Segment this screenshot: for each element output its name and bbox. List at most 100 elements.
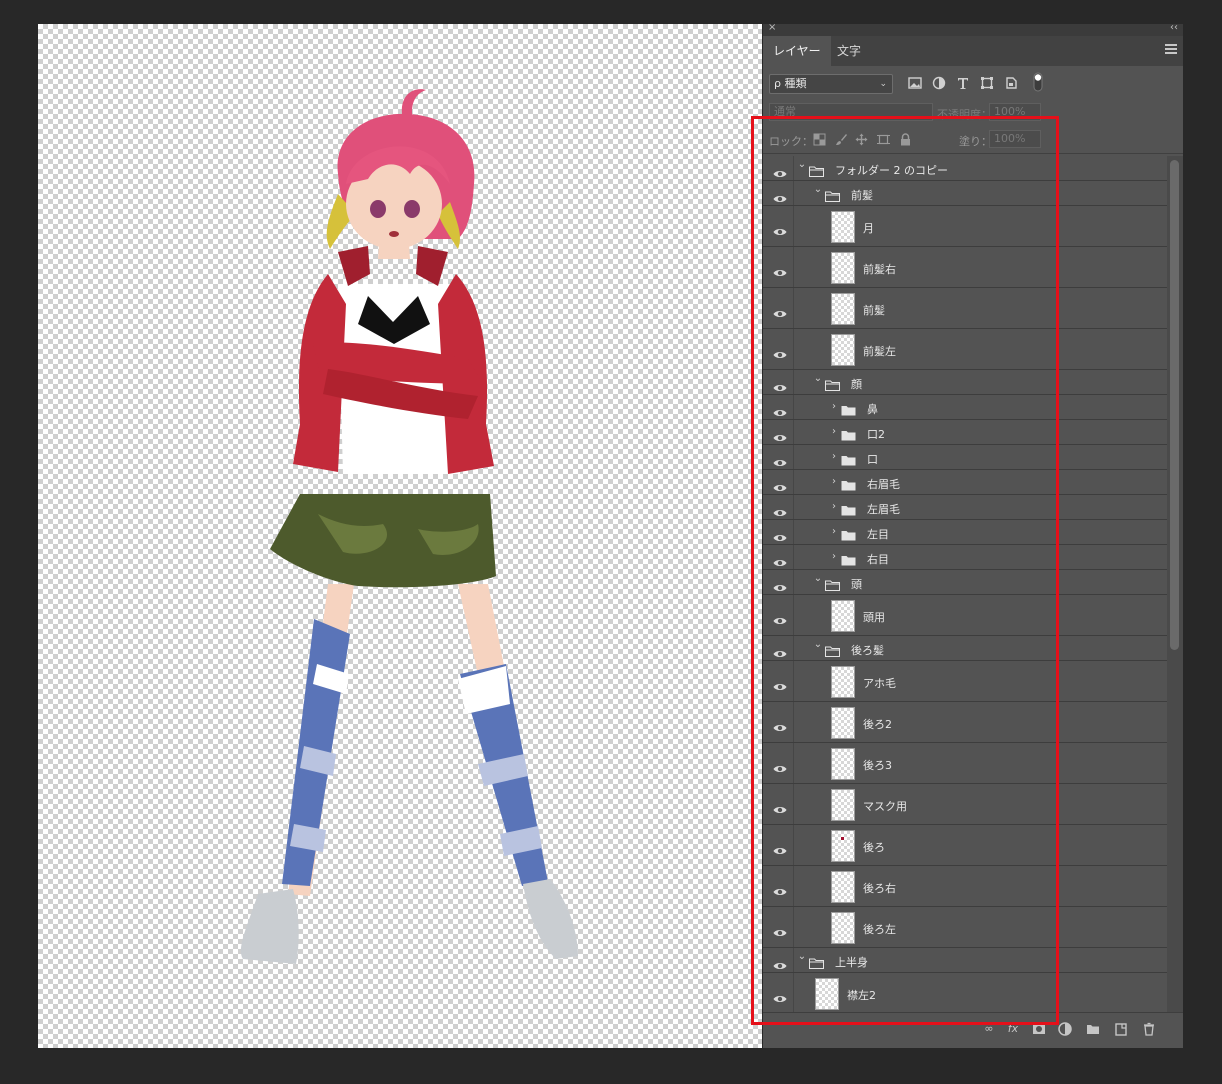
lock-transparency-icon[interactable] xyxy=(813,133,826,146)
visibility-eye-icon[interactable] xyxy=(773,503,787,516)
layer-row[interactable]: 前髪右 xyxy=(763,247,1167,288)
shape-filter-icon[interactable] xyxy=(980,76,994,90)
adjustment-layer-icon[interactable] xyxy=(1057,1021,1073,1037)
new-layer-icon[interactable] xyxy=(1113,1021,1129,1037)
layer-group-row[interactable]: ⌄ 顔 xyxy=(763,370,1167,395)
layer-group-row[interactable]: ⌄ 前髪 xyxy=(763,181,1167,206)
layer-row[interactable]: 前髪 xyxy=(763,288,1167,329)
lock-artboard-icon[interactable] xyxy=(877,133,890,146)
visibility-eye-icon[interactable] xyxy=(773,882,787,895)
add-mask-icon[interactable] xyxy=(1031,1021,1047,1037)
layer-row[interactable]: マスク用 xyxy=(763,784,1167,825)
visibility-eye-icon[interactable] xyxy=(773,189,787,202)
visibility-eye-icon[interactable] xyxy=(773,263,787,276)
eye-column-divider xyxy=(793,181,794,205)
chevron-down-icon[interactable]: ⌄ xyxy=(813,639,823,650)
visibility-eye-icon[interactable] xyxy=(773,677,787,690)
layer-group-row[interactable]: › 左目 xyxy=(763,520,1167,545)
visibility-eye-icon[interactable] xyxy=(773,800,787,813)
visibility-eye-icon[interactable] xyxy=(773,403,787,416)
visibility-eye-icon[interactable] xyxy=(773,644,787,657)
layer-row[interactable]: 後ろ左 xyxy=(763,907,1167,948)
visibility-eye-icon[interactable] xyxy=(773,989,787,1002)
layer-row[interactable]: 後ろ右 xyxy=(763,866,1167,907)
adjustment-filter-icon[interactable] xyxy=(932,76,946,90)
layer-group-row[interactable]: ⌄ フォルダー 2 のコピー xyxy=(763,156,1167,181)
chevron-right-icon[interactable]: › xyxy=(829,501,839,512)
layer-row[interactable]: 後ろ xyxy=(763,825,1167,866)
visibility-eye-icon[interactable] xyxy=(773,453,787,466)
visibility-eye-icon[interactable] xyxy=(773,304,787,317)
visibility-eye-icon[interactable] xyxy=(773,345,787,358)
layer-thumbnail xyxy=(831,600,855,632)
visibility-eye-icon[interactable] xyxy=(773,923,787,936)
layer-group-row[interactable]: ⌄ 頭 xyxy=(763,570,1167,595)
blend-mode-select[interactable]: 通常 xyxy=(769,103,933,121)
layer-group-row[interactable]: ⌄ 上半身 xyxy=(763,948,1167,973)
lock-all-icon[interactable] xyxy=(899,133,912,146)
layer-row[interactable]: 月 xyxy=(763,206,1167,247)
visibility-eye-icon[interactable] xyxy=(773,611,787,624)
smart-object-filter-icon[interactable] xyxy=(1004,76,1018,90)
panel-title-bar: × ‹‹ xyxy=(763,22,1183,36)
delete-layer-icon[interactable] xyxy=(1141,1021,1157,1037)
layer-group-row[interactable]: › 口2 xyxy=(763,420,1167,445)
visibility-eye-icon[interactable] xyxy=(773,718,787,731)
chevron-right-icon[interactable]: › xyxy=(829,401,839,412)
layer-row[interactable]: 後ろ2 xyxy=(763,702,1167,743)
chevron-right-icon[interactable]: › xyxy=(829,526,839,537)
lock-brush-icon[interactable] xyxy=(835,133,848,146)
layers-scrollbar[interactable] xyxy=(1167,156,1183,1012)
visibility-eye-icon[interactable] xyxy=(773,222,787,235)
visibility-eye-icon[interactable] xyxy=(773,578,787,591)
visibility-eye-icon[interactable] xyxy=(773,428,787,441)
layer-name: マスク用 xyxy=(863,800,907,813)
layer-row[interactable]: 前髪左 xyxy=(763,329,1167,370)
chevron-right-icon[interactable]: › xyxy=(829,551,839,562)
close-panel-icon[interactable]: × xyxy=(768,22,776,33)
layer-group-row[interactable]: › 鼻 xyxy=(763,395,1167,420)
collapse-panel-icon[interactable]: ‹‹ xyxy=(1170,22,1178,33)
layer-filter-row: ρ 種類 ⌄ xyxy=(763,66,1183,100)
chevron-right-icon[interactable]: › xyxy=(829,476,839,487)
opacity-field[interactable]: 100% xyxy=(989,103,1041,121)
new-group-icon[interactable] xyxy=(1085,1021,1101,1037)
panel-menu-icon[interactable] xyxy=(1165,44,1177,56)
fill-field[interactable]: 100% xyxy=(989,130,1041,148)
layer-row[interactable]: アホ毛 xyxy=(763,661,1167,702)
layer-group-row[interactable]: › 左眉毛 xyxy=(763,495,1167,520)
scrollbar-thumb[interactable] xyxy=(1170,160,1179,650)
tab-character[interactable]: 文字 xyxy=(827,36,871,66)
layer-group-row[interactable]: › 右眉毛 xyxy=(763,470,1167,495)
visibility-eye-icon[interactable] xyxy=(773,478,787,491)
chevron-down-icon[interactable]: ⌄ xyxy=(813,573,823,584)
filter-kind-select[interactable]: ρ 種類 ⌄ xyxy=(769,74,893,94)
link-layers-icon[interactable]: ∞ xyxy=(981,1021,997,1037)
chevron-down-icon[interactable]: ⌄ xyxy=(797,159,807,170)
type-filter-icon[interactable] xyxy=(956,76,970,90)
lock-move-icon[interactable] xyxy=(855,133,868,146)
layer-group-row[interactable]: ⌄ 後ろ髪 xyxy=(763,636,1167,661)
chevron-down-icon[interactable]: ⌄ xyxy=(813,184,823,195)
visibility-eye-icon[interactable] xyxy=(773,378,787,391)
layer-row[interactable]: 頭用 xyxy=(763,595,1167,636)
tab-layers[interactable]: レイヤー xyxy=(763,36,831,66)
layer-group-row[interactable]: › 右目 xyxy=(763,545,1167,570)
visibility-eye-icon[interactable] xyxy=(773,841,787,854)
chevron-right-icon[interactable]: › xyxy=(829,426,839,437)
chevron-right-icon[interactable]: › xyxy=(829,451,839,462)
visibility-eye-icon[interactable] xyxy=(773,164,787,177)
chevron-down-icon[interactable]: ⌄ xyxy=(797,951,807,962)
filter-toggle-icon[interactable] xyxy=(1033,72,1043,92)
document-canvas[interactable] xyxy=(38,24,762,1048)
visibility-eye-icon[interactable] xyxy=(773,956,787,969)
image-filter-icon[interactable] xyxy=(908,76,922,90)
chevron-down-icon[interactable]: ⌄ xyxy=(813,373,823,384)
visibility-eye-icon[interactable] xyxy=(773,528,787,541)
layer-row[interactable]: 後ろ3 xyxy=(763,743,1167,784)
visibility-eye-icon[interactable] xyxy=(773,759,787,772)
layer-style-icon[interactable]: fx xyxy=(1005,1021,1021,1037)
layer-group-row[interactable]: › 口 xyxy=(763,445,1167,470)
layer-row[interactable]: 襟左2 xyxy=(763,973,1167,1012)
visibility-eye-icon[interactable] xyxy=(773,553,787,566)
